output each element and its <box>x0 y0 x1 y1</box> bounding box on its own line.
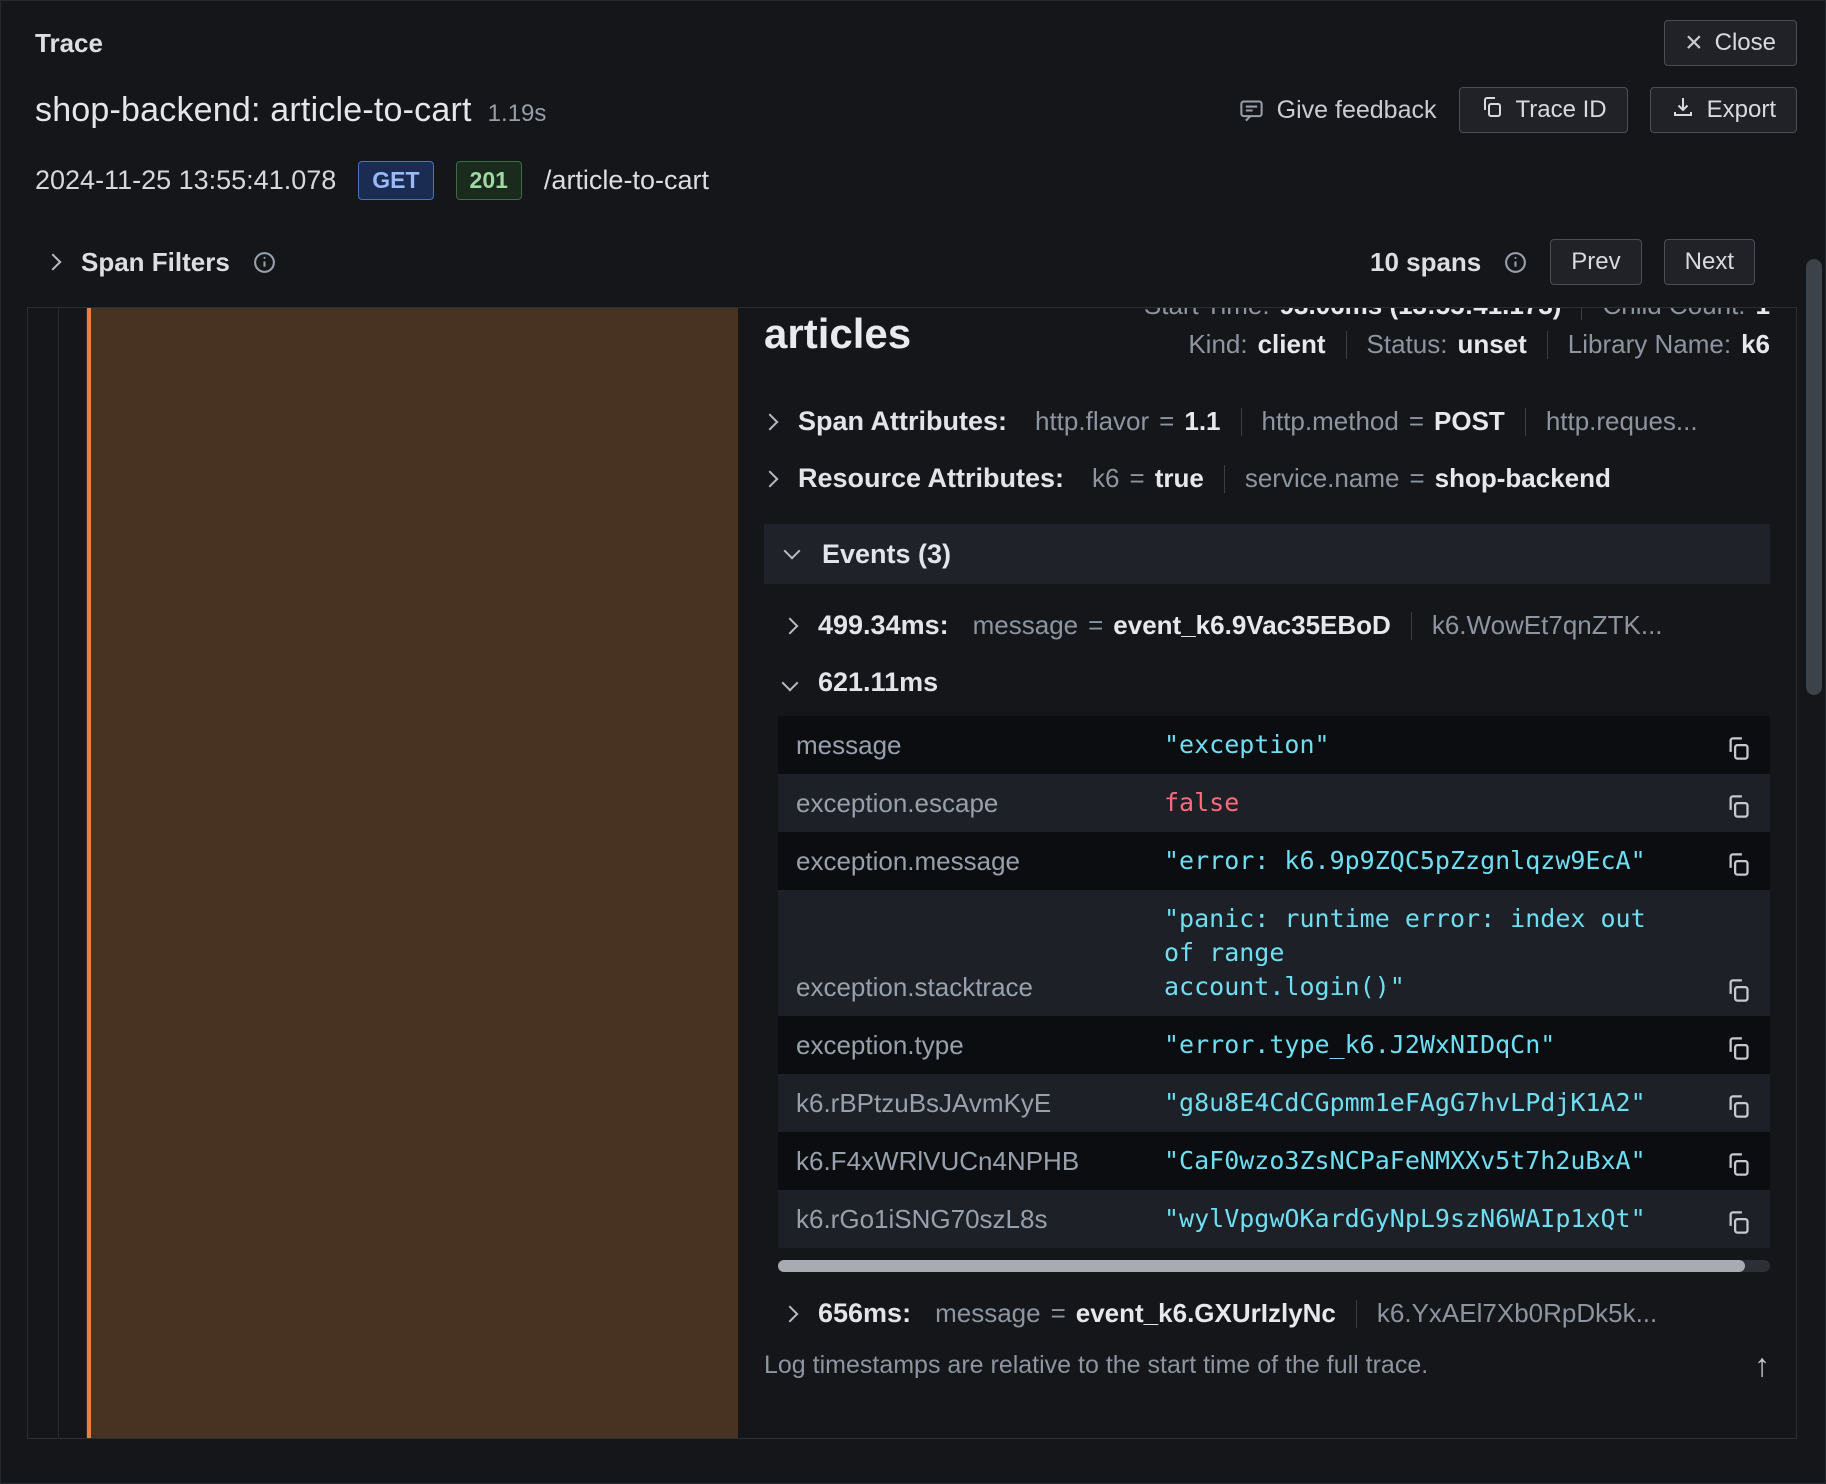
copy-icon[interactable] <box>1725 1035 1752 1062</box>
span-filters-info-icon[interactable] <box>252 250 277 275</box>
table-row: k6.rBPtzuBsJAvmKyE "g8u8E4CdCGpmm1eFAgG7… <box>778 1074 1770 1132</box>
event-row[interactable]: 499.34ms: message = event_k6.9Vac35EBoD … <box>778 610 1770 641</box>
divider <box>1525 408 1526 436</box>
resource-attributes-chevron-icon[interactable] <box>762 470 779 487</box>
export-icon <box>1671 95 1695 126</box>
divider <box>1356 1300 1357 1328</box>
copy-icon[interactable] <box>1725 851 1752 878</box>
resource-attributes-row: Resource Attributes: k6 = true service.n… <box>764 463 1770 494</box>
span-library: k6 <box>1741 329 1770 360</box>
scrollbar-thumb[interactable] <box>778 1260 1745 1272</box>
span-count-info-icon[interactable] <box>1503 250 1528 275</box>
trace-main-panel: articles Start Time: 93.06ms (13:55:41.1… <box>27 307 1797 1439</box>
timestamp-note: Log timestamps are relative to the start… <box>764 1351 1428 1380</box>
trace-duration: 1.19s <box>488 100 547 128</box>
span-kind: client <box>1258 329 1326 360</box>
table-row: exception.type "error.type_k6.J2WxNIDqCn… <box>778 1016 1770 1074</box>
give-feedback-label: Give feedback <box>1277 96 1437 125</box>
trace-timestamp: 2024-11-25 13:55:41.078 <box>35 165 336 196</box>
events-title: Events (3) <box>822 539 951 570</box>
copy-icon[interactable] <box>1725 1093 1752 1120</box>
give-feedback-button[interactable]: Give feedback <box>1238 96 1437 125</box>
table-row: k6.F4xWRlVUCn4NPHB "CaF0wzo3ZsNCPaFeNMXX… <box>778 1132 1770 1190</box>
prev-span-button[interactable]: Prev <box>1550 239 1641 285</box>
events-section: Events (3) 499.34ms: message = event_k6.… <box>764 524 1770 1329</box>
divider <box>1241 408 1242 436</box>
span-filters-chevron-icon[interactable] <box>45 254 62 271</box>
close-icon: × <box>1685 28 1703 58</box>
table-row: exception.stacktrace "panic: runtime err… <box>778 890 1770 1016</box>
divider <box>1411 612 1412 640</box>
trace-path: /article-to-cart <box>544 165 709 196</box>
span-attributes-chevron-icon[interactable] <box>762 413 779 430</box>
feedback-icon <box>1238 97 1265 124</box>
event-row[interactable]: 656ms: message = event_k6.GXUrIzlyNc k6.… <box>778 1298 1770 1329</box>
span-kind-line: Kind: client Status: unset Library Name:… <box>1188 329 1770 360</box>
event-chevron-icon <box>782 1305 799 1322</box>
panel-vertical-scrollbar[interactable] <box>1806 259 1822 1439</box>
events-header[interactable]: Events (3) <box>764 524 1770 584</box>
drawer-header: Trace × Close shop-backend: article-to-c… <box>1 1 1825 201</box>
table-horizontal-scrollbar[interactable] <box>778 1260 1770 1272</box>
divider <box>1224 465 1225 493</box>
next-span-button[interactable]: Next <box>1664 239 1755 285</box>
table-row: message "exception" <box>778 716 1770 774</box>
span-child-count: 1 <box>1756 308 1770 321</box>
table-row: exception.message "error: k6.9p9ZQC5pZzg… <box>778 832 1770 890</box>
copy-icon[interactable] <box>1725 1209 1752 1236</box>
span-filters-label[interactable]: Span Filters <box>81 247 230 278</box>
copy-icon[interactable] <box>1725 977 1752 1004</box>
trace-id-label: Trace ID <box>1516 96 1607 124</box>
drawer-title: Trace <box>35 28 103 59</box>
http-method-badge: GET <box>358 161 433 200</box>
span-name: articles <box>764 310 911 358</box>
table-row: k6.rGo1iSNG70szL8s "wylVpgwOKardGyNpL9sz… <box>778 1190 1770 1248</box>
close-button[interactable]: × Close <box>1664 20 1797 66</box>
divider <box>1581 308 1582 320</box>
span-tree-gutter-inner <box>59 308 87 1438</box>
event-attributes-table: message "exception" exception.escape fal… <box>778 716 1770 1248</box>
span-tree-gutter <box>28 308 59 1438</box>
span-status: unset <box>1457 329 1526 360</box>
span-waterfall <box>28 308 738 1438</box>
trace-title: shop-backend: article-to-cart <box>35 91 472 130</box>
span-detail-panel: articles Start Time: 93.06ms (13:55:41.1… <box>738 308 1796 1438</box>
copy-icon[interactable] <box>1725 735 1752 762</box>
divider <box>1547 331 1548 359</box>
copy-icon[interactable] <box>1725 793 1752 820</box>
table-row: exception.escape false <box>778 774 1770 832</box>
http-status-badge: 201 <box>456 161 522 200</box>
span-filters-bar: Span Filters 10 spans Prev Next <box>1 231 1825 293</box>
event-chevron-icon <box>782 617 799 634</box>
copy-icon[interactable] <box>1725 1151 1752 1178</box>
trace-id-icon <box>1480 95 1504 126</box>
trace-id-button[interactable]: Trace ID <box>1459 87 1628 133</box>
divider <box>1346 331 1347 359</box>
export-label: Export <box>1707 96 1776 124</box>
events-chevron-icon <box>784 543 801 560</box>
span-start-time: 93.06ms (13:55:41.173) <box>1280 308 1562 321</box>
span-count: 10 spans <box>1370 247 1481 278</box>
span-attributes-row: Span Attributes: http.flavor = 1.1 http.… <box>764 406 1770 437</box>
span-timing-line: Start Time: 93.06ms (13:55:41.173) Child… <box>1144 308 1770 321</box>
export-button[interactable]: Export <box>1650 87 1797 133</box>
event-chevron-icon <box>782 674 799 691</box>
event-row-expanded[interactable]: 621.11ms <box>778 667 1770 698</box>
scroll-to-top-icon[interactable]: ↑ <box>1754 1349 1770 1381</box>
close-label: Close <box>1715 29 1776 57</box>
span-bar-region[interactable] <box>91 308 738 1438</box>
scrollbar-thumb[interactable] <box>1806 259 1822 695</box>
